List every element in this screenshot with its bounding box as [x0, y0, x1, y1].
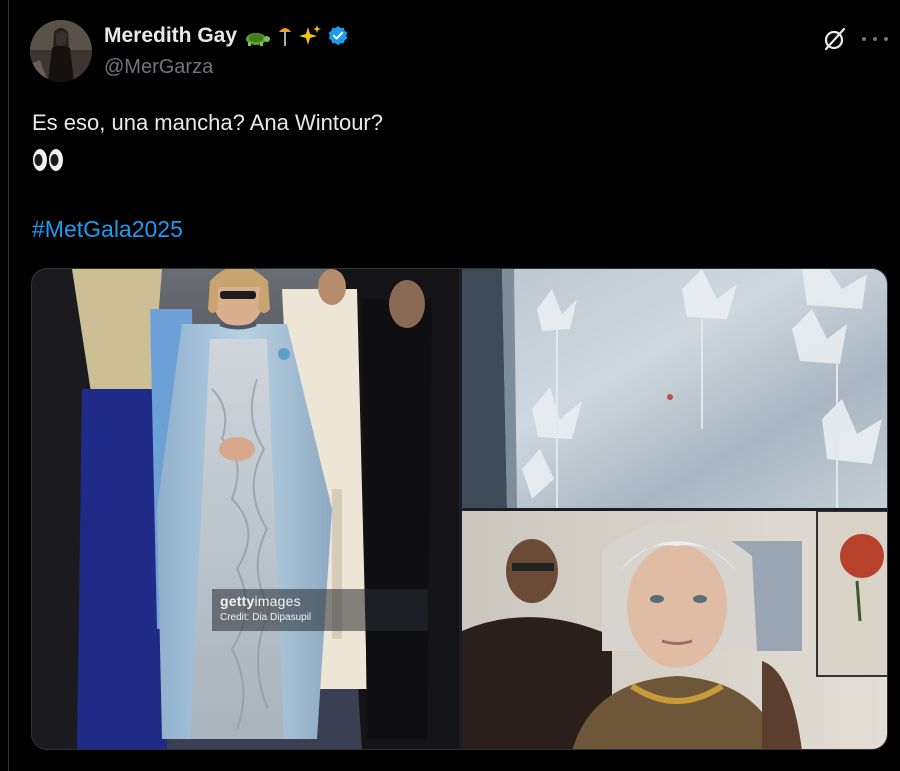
tweet[interactable]: Meredith Gay @MerGarza Es eso, una manch… — [0, 0, 900, 771]
photo-gala-arrival[interactable]: gettyimages Credit: Dia Dipasupil — [32, 269, 459, 749]
tweet-text: Es eso, una mancha? Ana Wintour? — [32, 110, 383, 135]
watermark-logo-bold: getty — [220, 593, 255, 609]
beach-umbrella-icon — [277, 24, 293, 48]
user-handle[interactable]: @MerGarza — [104, 56, 213, 79]
watermark-credit: Credit: Dia Dipasupil — [220, 612, 312, 623]
grok-icon[interactable] — [822, 26, 848, 52]
photo-movie-still[interactable] — [462, 511, 887, 749]
avatar[interactable] — [30, 20, 92, 82]
turtle-emoji-icon — [243, 25, 271, 47]
photo-fabric-closeup[interactable] — [462, 269, 887, 508]
display-name[interactable]: Meredith Gay — [104, 24, 237, 48]
verified-badge-icon[interactable] — [327, 25, 349, 47]
media-grid: gettyimages Credit: Dia Dipasupil — [31, 268, 888, 750]
eyes-emoji-icon — [32, 147, 64, 173]
timeline-border — [8, 0, 9, 771]
watermark-logo-light: images — [254, 593, 301, 609]
getty-watermark: gettyimages Credit: Dia Dipasupil — [212, 589, 428, 631]
sparkles-icon — [299, 25, 322, 47]
more-options-icon[interactable] — [862, 26, 888, 52]
hashtag-link[interactable]: #MetGala2025 — [32, 216, 183, 243]
